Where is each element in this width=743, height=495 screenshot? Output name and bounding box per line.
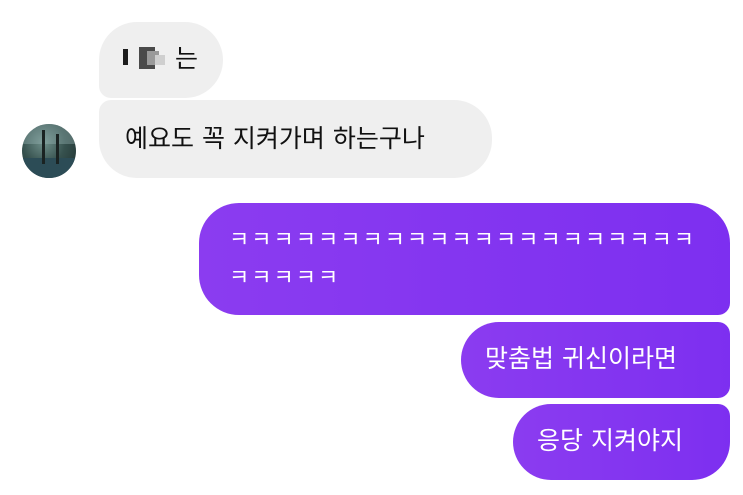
message-text: 맞춤법 귀신이라면: [485, 344, 677, 373]
outgoing-message-bubble[interactable]: 맞춤법 귀신이라면: [461, 322, 730, 398]
chat-thread: 는 예요도 꼭 지켜가며 하는구나 ㅋㅋㅋㅋㅋㅋㅋㅋㅋㅋㅋㅋㅋㅋㅋㅋㅋㅋㅋㅋㅋㅋ…: [0, 0, 743, 495]
message-text: 는: [175, 44, 199, 73]
outgoing-message-bubble[interactable]: 응당 지켜야지: [513, 404, 730, 480]
avatar-palm: [56, 134, 59, 164]
incoming-message-bubble[interactable]: 예요도 꼭 지켜가며 하는구나: [99, 100, 492, 178]
message-text: 예요도 꼭 지켜가며 하는구나: [125, 124, 425, 153]
avatar-palm: [42, 130, 45, 164]
avatar-water: [22, 158, 76, 178]
message-text: ㅋㅋㅋㅋㅋㅋㅋㅋㅋㅋㅋㅋㅋㅋㅋㅋㅋㅋㅋㅋㅋㅋㅋㅋㅋㅋ: [229, 228, 697, 291]
redacted-name-icon: [123, 43, 175, 73]
message-text: 응당 지켜야지: [537, 426, 683, 455]
sender-avatar[interactable]: [22, 124, 76, 178]
incoming-message-bubble[interactable]: 는: [99, 22, 223, 98]
outgoing-message-bubble[interactable]: ㅋㅋㅋㅋㅋㅋㅋㅋㅋㅋㅋㅋㅋㅋㅋㅋㅋㅋㅋㅋㅋㅋㅋㅋㅋㅋ: [199, 203, 730, 315]
avatar-sky: [22, 124, 76, 144]
